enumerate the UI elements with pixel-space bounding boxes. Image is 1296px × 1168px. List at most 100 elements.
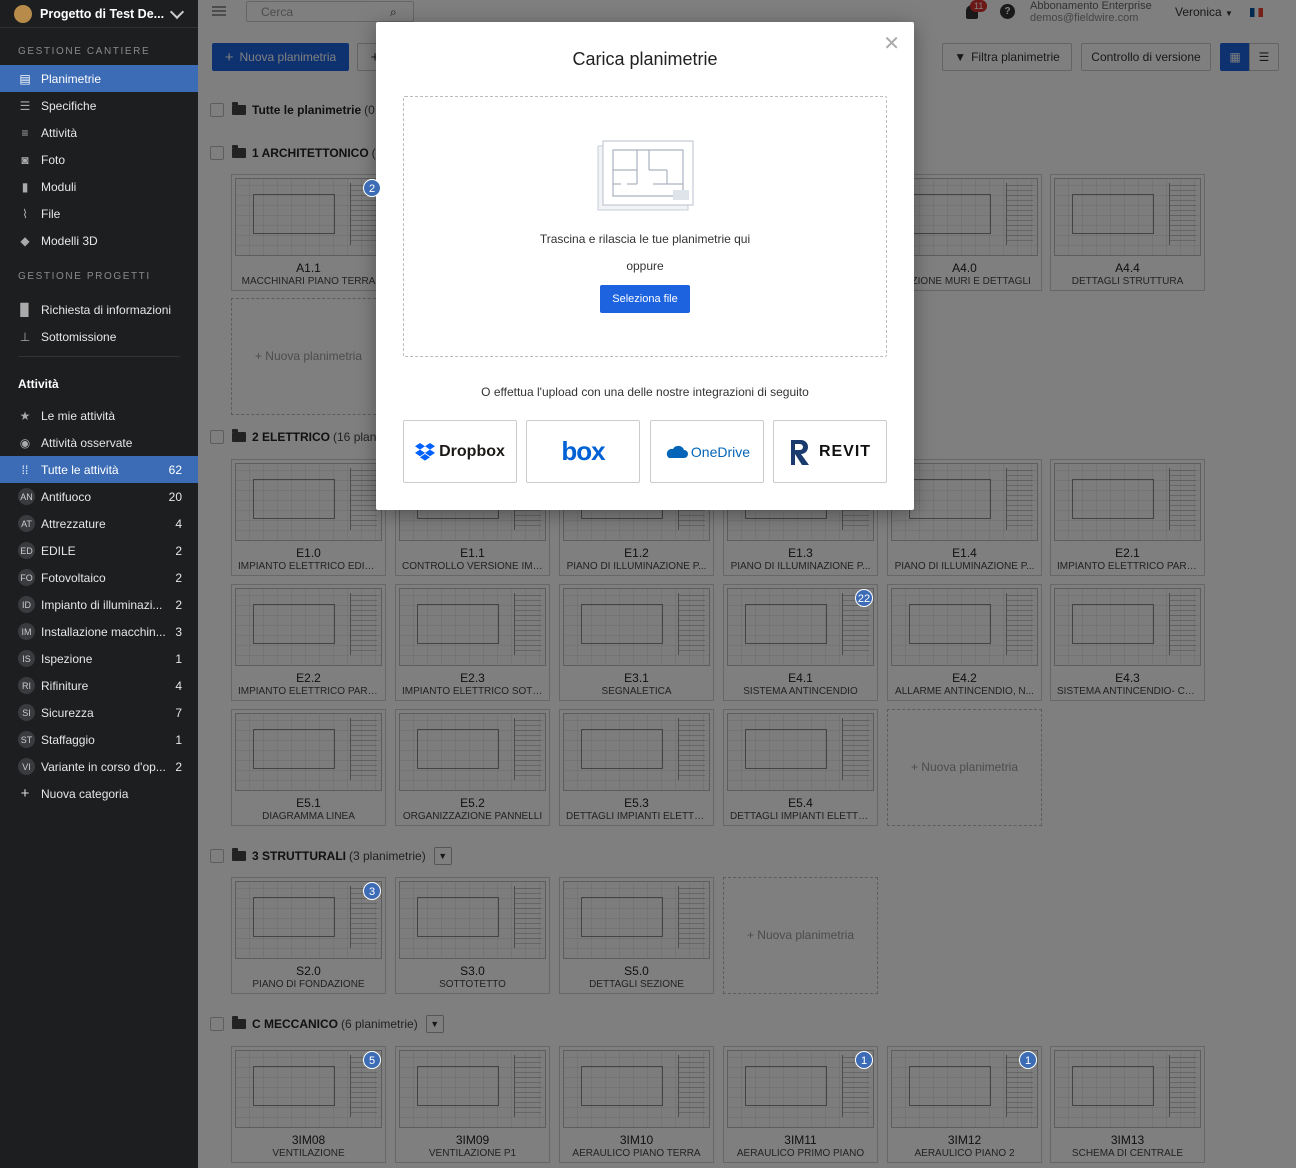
dropbox-button[interactable]: Dropbox <box>403 420 517 483</box>
plan-count-badge: 1 <box>855 1051 873 1069</box>
chevron-down-icon <box>169 4 185 19</box>
plan-count-badge: 1 <box>1019 1051 1037 1069</box>
onedrive-button[interactable]: OneDrive <box>650 420 764 483</box>
box-logo: box <box>561 436 605 466</box>
category-label: Antifuoco <box>41 489 92 504</box>
sidebar-category-item[interactable]: IM Installazione macchin... 3 <box>0 618 198 645</box>
category-badge: AN <box>18 488 35 505</box>
plan-count-badge: 22 <box>855 589 873 607</box>
drop-text: Trascina e rilascia le tue planimetrie q… <box>539 232 751 246</box>
category-count: 4 <box>175 678 182 693</box>
category-label: Attrezzature <box>41 516 106 531</box>
sidebar-category-item[interactable]: AN Antifuoco 20 <box>0 483 198 510</box>
floorplan-illustration-icon <box>597 140 694 211</box>
stamp-icon: ⊥ <box>19 329 31 344</box>
clipboard-icon: ▮ <box>21 179 29 194</box>
dropbox-icon <box>415 442 436 461</box>
sidebar-item-moduli[interactable]: ▮ Moduli <box>0 173 198 200</box>
sidebar: Progetto di Test De... GESTIONE CANTIERE… <box>0 0 198 1168</box>
category-label: Staffaggio <box>41 732 95 747</box>
section-project-management: GESTIONE PROGETTI <box>18 271 151 282</box>
category-label: Ispezione <box>41 651 93 666</box>
upload-plans-modal: Carica planimetrie ✕ Trascina e rilascia… <box>376 22 914 510</box>
sidebar-category-item[interactable]: RI Rifiniture 4 <box>0 672 198 699</box>
onedrive-label: OneDrive <box>690 443 751 460</box>
category-label: Variante in corso d'op... <box>41 759 166 774</box>
revit-label: REVIT <box>818 442 872 460</box>
close-icon[interactable]: ✕ <box>883 34 900 54</box>
section-tasks: Attività <box>18 377 59 391</box>
category-badge: IS <box>18 650 35 667</box>
category-count: 2 <box>175 597 182 612</box>
drop-zone[interactable]: Trascina e rilascia le tue planimetrie q… <box>403 96 887 357</box>
sidebar-category-item[interactable]: ID Impianto di illuminazi... 2 <box>0 591 198 618</box>
sidebar-category-item[interactable]: FO Fotovoltaico 2 <box>0 564 198 591</box>
camera-icon: ◙ <box>21 152 29 167</box>
paperclip-icon: ⌇ <box>22 206 28 221</box>
sidebar-item-planimetrie[interactable]: ▤ Planimetrie <box>0 65 198 92</box>
category-count: 2 <box>175 759 182 774</box>
plan-count-badge: 2 <box>363 179 381 197</box>
plan-count-badge: 3 <box>363 882 381 900</box>
sidebar-item-specifiche[interactable]: ☰ Specifiche <box>0 92 198 119</box>
project-logo <box>14 4 32 23</box>
integrations-text: O effettua l'upload con una delle nostre… <box>481 385 809 399</box>
or-label: oppure <box>626 259 664 273</box>
project-selector[interactable]: Progetto di Test De... <box>0 0 198 28</box>
cloud-icon <box>666 445 688 458</box>
plan-count-badge: 5 <box>363 1051 381 1069</box>
category-label: Sicurezza <box>41 705 94 720</box>
category-label: Rifiniture <box>41 678 89 693</box>
category-count: 1 <box>175 651 182 666</box>
revit-button[interactable]: REVIT <box>773 420 887 483</box>
list-icon: ☰ <box>19 98 31 113</box>
category-badge: FO <box>18 569 35 586</box>
category-badge: SI <box>18 704 35 721</box>
sidebar-item-watched-tasks[interactable]: ◉ Attività osservate <box>0 429 198 456</box>
sidebar-item-modelli-3d[interactable]: ◆ Modelli 3D <box>0 227 198 254</box>
category-badge: IM <box>18 623 35 640</box>
modal-title: Carica planimetrie <box>572 49 718 69</box>
sidebar-category-item[interactable]: ST Staffaggio 1 <box>0 726 198 753</box>
sidebar-item-all-tasks[interactable]: ⁞⁞ Tutte le attività 62 <box>0 456 198 483</box>
sidebar-category-item[interactable]: VI Variante in corso d'op... 2 <box>0 753 198 780</box>
sidebar-category-item[interactable]: AT Attrezzature 4 <box>0 510 198 537</box>
category-count: 2 <box>175 543 182 558</box>
sidebar-category-item[interactable]: ED EDILE 2 <box>0 537 198 564</box>
tasks-icon: ≡ <box>21 125 29 140</box>
category-count: 4 <box>175 516 182 531</box>
document-icon: ▉ <box>20 302 30 317</box>
sidebar-item-foto[interactable]: ◙ Foto <box>0 146 198 173</box>
project-name: Progetto di Test De... <box>40 6 165 21</box>
section-site-management: GESTIONE CANTIERE <box>18 46 151 57</box>
star-icon: ★ <box>19 408 31 423</box>
plus-icon: + <box>20 785 30 802</box>
category-count: 7 <box>175 705 182 720</box>
box-button[interactable]: box <box>526 420 640 483</box>
sidebar-item-file[interactable]: ⌇ File <box>0 200 198 227</box>
category-label: EDILE <box>41 543 76 558</box>
revit-logo-icon <box>790 439 809 465</box>
dropbox-label: Dropbox <box>439 442 505 460</box>
category-badge: ED <box>18 542 35 559</box>
category-badge: RI <box>18 677 35 694</box>
eye-icon: ◉ <box>19 435 31 450</box>
sidebar-category-item[interactable]: IS Ispezione 1 <box>0 645 198 672</box>
floorplan-icon: ▤ <box>19 71 31 86</box>
sidebar-item-sottomissione[interactable]: ⊥ Sottomissione <box>0 323 198 350</box>
category-badge: VI <box>18 758 35 775</box>
divider <box>18 356 180 357</box>
category-badge: AT <box>18 515 35 532</box>
cube-icon: ◆ <box>20 233 30 248</box>
sidebar-item-my-tasks[interactable]: ★ Le mie attività <box>0 402 198 429</box>
category-count: 1 <box>175 732 182 747</box>
category-badge: ID <box>18 596 35 613</box>
sidebar-item-rfi[interactable]: ▉ Richiesta di informazioni <box>0 296 198 323</box>
category-badge: ST <box>18 731 35 748</box>
sidebar-item-attivita[interactable]: ≡ Attività <box>0 119 198 146</box>
sidebar-category-item[interactable]: SI Sicurezza 7 <box>0 699 198 726</box>
new-category-button[interactable]: + Nuova categoria <box>0 780 198 807</box>
category-count: 20 <box>168 489 182 504</box>
category-label: Impianto di illuminazi... <box>41 597 163 612</box>
select-file-button[interactable]: Seleziona file <box>600 285 690 313</box>
